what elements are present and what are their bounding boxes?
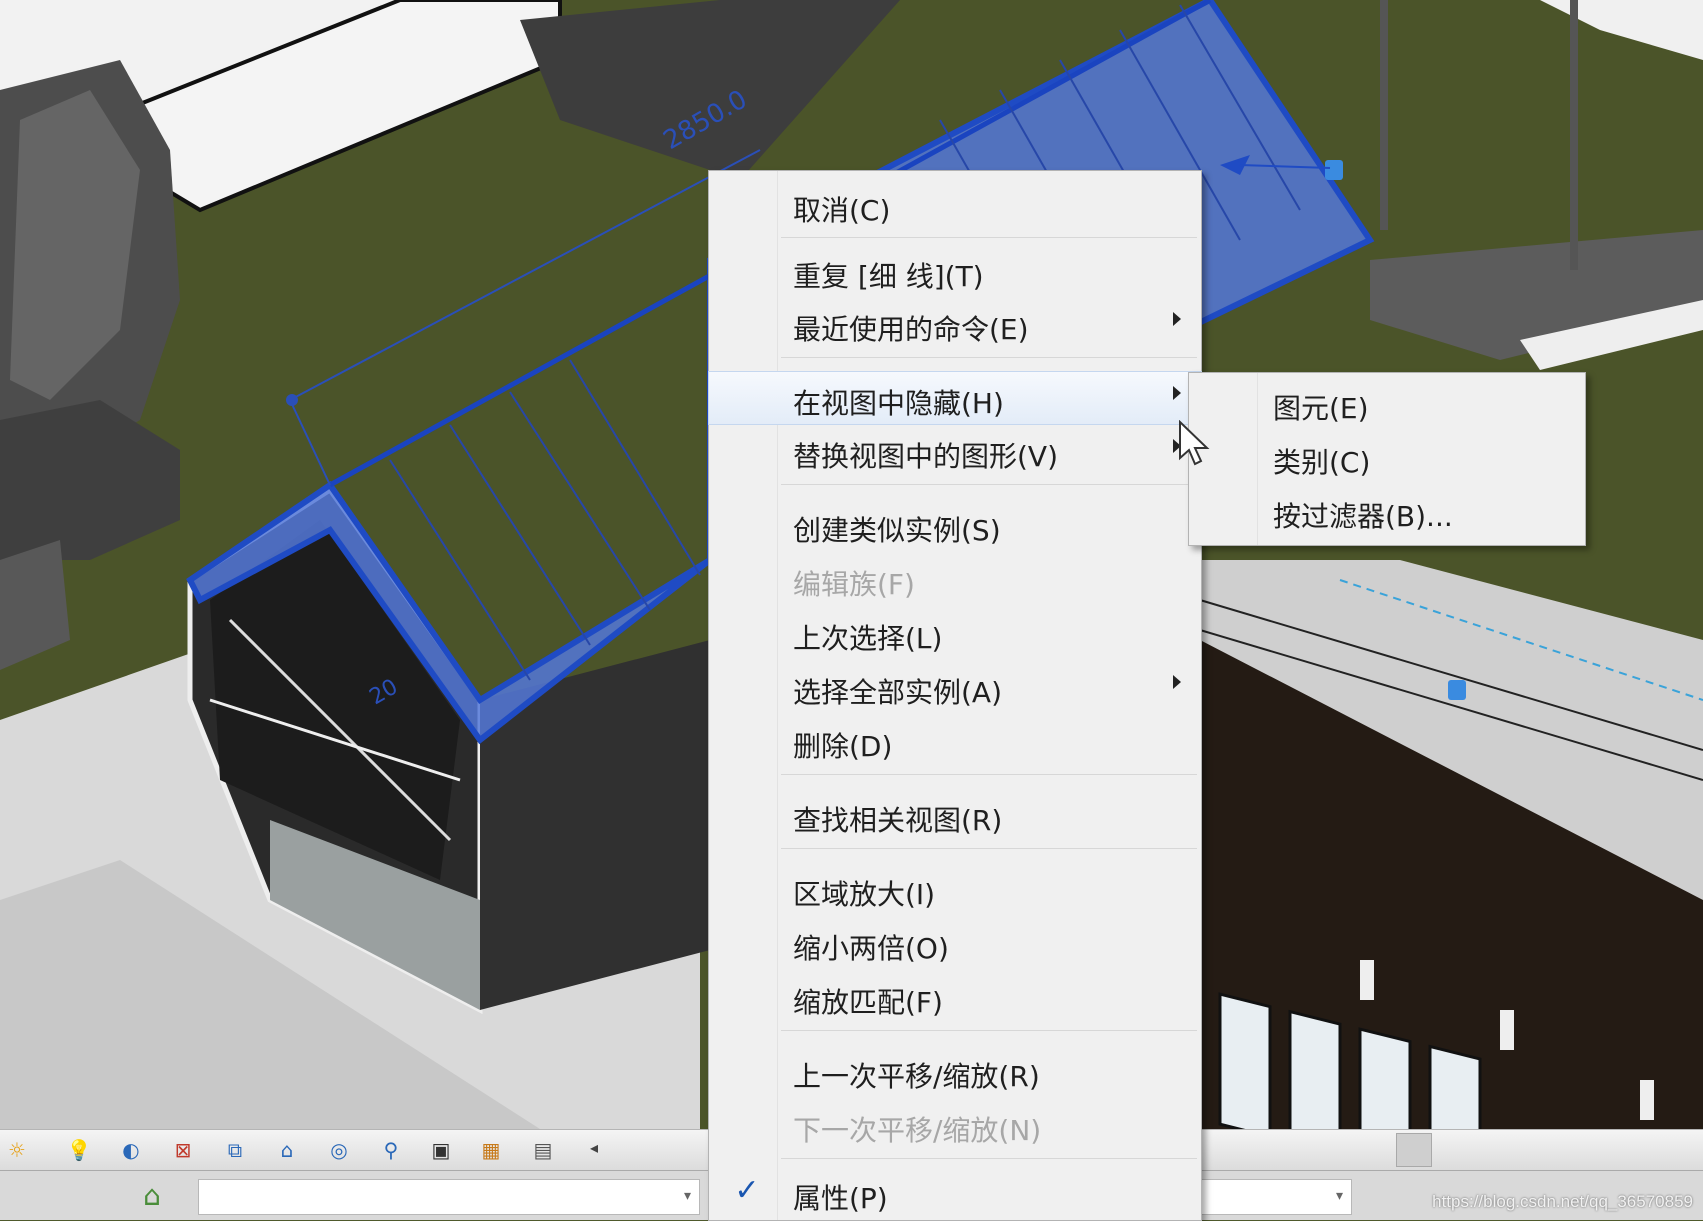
menu-item-previous-pan-zoom[interactable]: 上一次平移/缩放(R) xyxy=(709,1045,1201,1097)
submenu-arrow-icon xyxy=(1173,386,1181,400)
watermark: https://blog.csdn.net/qq_36570859 xyxy=(1432,1192,1693,1211)
menu-item-label: 编辑族(F) xyxy=(793,568,915,601)
submenu-item-elements[interactable]: 图元(E) xyxy=(1189,377,1585,429)
menu-item-repeat[interactable]: 重复 [细 线](T) xyxy=(709,245,1201,297)
menu-item-label: 缩小两倍(O) xyxy=(793,932,949,965)
menu-item-zoom-region[interactable]: 区域放大(I) xyxy=(709,863,1201,915)
pin-icon[interactable]: ▣ xyxy=(428,1138,454,1162)
sun-path-icon[interactable]: ☼ xyxy=(4,1138,30,1162)
menu-item-edit-family: 编辑族(F) xyxy=(709,553,1201,605)
menu-item-select-all-instances[interactable]: 选择全部实例(A) xyxy=(709,661,1201,713)
menu-item-label: 取消(C) xyxy=(793,194,891,227)
shadows-icon[interactable]: ◐ xyxy=(118,1138,144,1162)
submenu-arrow-icon xyxy=(1173,675,1181,689)
status-dropdown-right[interactable]: ▾ xyxy=(1200,1179,1352,1215)
menu-separator xyxy=(781,774,1197,775)
menu-separator xyxy=(781,1158,1197,1159)
menu-item-zoom-out-2x[interactable]: 缩小两倍(O) xyxy=(709,917,1201,969)
menu-item-find-referring-views[interactable]: 查找相关视图(R) xyxy=(709,789,1201,841)
menu-item-label: 在视图中隐藏(H) xyxy=(793,387,1004,420)
worksharing-icon[interactable]: ▦ xyxy=(478,1138,504,1162)
lock-3d-icon[interactable]: ⚲ xyxy=(378,1138,404,1162)
submenu-item-by-filter[interactable]: 按过滤器(B)... xyxy=(1189,485,1585,537)
menu-item-label: 选择全部实例(A) xyxy=(793,676,1003,709)
submenu-arrow-icon xyxy=(1173,312,1181,326)
menu-item-label: 区域放大(I) xyxy=(793,878,936,911)
menu-separator xyxy=(781,848,1197,849)
menu-item-label: 最近使用的命令(E) xyxy=(793,313,1029,346)
status-dropdown-left[interactable]: ▾ xyxy=(198,1179,700,1215)
context-menu: 取消(C) 重复 [细 线](T) 最近使用的命令(E) 在视图中隐藏(H) 替… xyxy=(708,170,1202,1221)
light-bulb-icon[interactable]: 💡 xyxy=(66,1138,92,1162)
hide-in-view-submenu: 图元(E) 类别(C) 按过滤器(B)... xyxy=(1188,372,1586,546)
submenu-item-label: 按过滤器(B)... xyxy=(1273,500,1453,533)
menu-item-zoom-to-fit[interactable]: 缩放匹配(F) xyxy=(709,971,1201,1023)
menu-item-label: 创建类似实例(S) xyxy=(793,514,1001,547)
menu-item-label: 删除(D) xyxy=(793,730,893,763)
menu-item-properties[interactable]: ✓ 属性(P) xyxy=(709,1167,1201,1219)
menu-item-label: 上一次平移/缩放(R) xyxy=(793,1060,1040,1093)
menu-item-override-graphics[interactable]: 替换视图中的图形(V) xyxy=(709,425,1201,477)
workset-icon[interactable]: ⌂ xyxy=(134,1178,170,1214)
menu-item-label: 上次选择(L) xyxy=(793,622,943,655)
menu-item-select-previous[interactable]: 上次选择(L) xyxy=(709,607,1201,659)
menu-separator xyxy=(781,237,1197,238)
menu-separator xyxy=(781,1030,1197,1031)
submenu-item-category[interactable]: 类别(C) xyxy=(1189,431,1585,483)
crop-view-icon[interactable]: ⊠ xyxy=(170,1138,196,1162)
menu-item-next-pan-zoom: 下一次平移/缩放(N) xyxy=(709,1099,1201,1151)
show-crop-icon[interactable]: ⧉ xyxy=(222,1138,248,1162)
chevron-down-icon: ▾ xyxy=(683,1188,691,1204)
analysis-icon[interactable]: ▤ xyxy=(530,1138,556,1162)
submenu-item-label: 图元(E) xyxy=(1273,392,1369,425)
menu-item-recent-commands[interactable]: 最近使用的命令(E) xyxy=(709,298,1201,350)
menu-separator xyxy=(781,357,1197,358)
scroll-left-icon[interactable]: ◂ xyxy=(590,1138,598,1157)
mouse-cursor-icon xyxy=(1179,420,1210,466)
menu-item-label: 下一次平移/缩放(N) xyxy=(793,1114,1042,1147)
horizontal-scrollbar-thumb[interactable] xyxy=(1396,1133,1432,1167)
chevron-down-icon: ▾ xyxy=(1335,1188,1343,1204)
menu-item-cancel[interactable]: 取消(C) xyxy=(709,179,1201,231)
checkmark-icon: ✓ xyxy=(734,1173,760,1208)
menu-item-hide-in-view[interactable]: 在视图中隐藏(H) xyxy=(708,371,1202,425)
menu-item-label: 缩放匹配(F) xyxy=(793,986,943,1019)
reveal-hidden-icon[interactable]: ◎ xyxy=(326,1138,352,1162)
submenu-item-label: 类别(C) xyxy=(1273,446,1371,479)
menu-item-label: 属性(P) xyxy=(793,1182,888,1215)
temporary-hide-icon[interactable]: ⌂ xyxy=(274,1138,300,1162)
menu-item-delete[interactable]: 删除(D) xyxy=(709,715,1201,767)
menu-item-label: 替换视图中的图形(V) xyxy=(793,440,1059,473)
menu-item-label: 查找相关视图(R) xyxy=(793,804,1003,837)
menu-item-create-similar[interactable]: 创建类似实例(S) xyxy=(709,499,1201,551)
menu-item-label: 重复 [细 线](T) xyxy=(793,260,984,293)
menu-separator xyxy=(781,484,1197,485)
